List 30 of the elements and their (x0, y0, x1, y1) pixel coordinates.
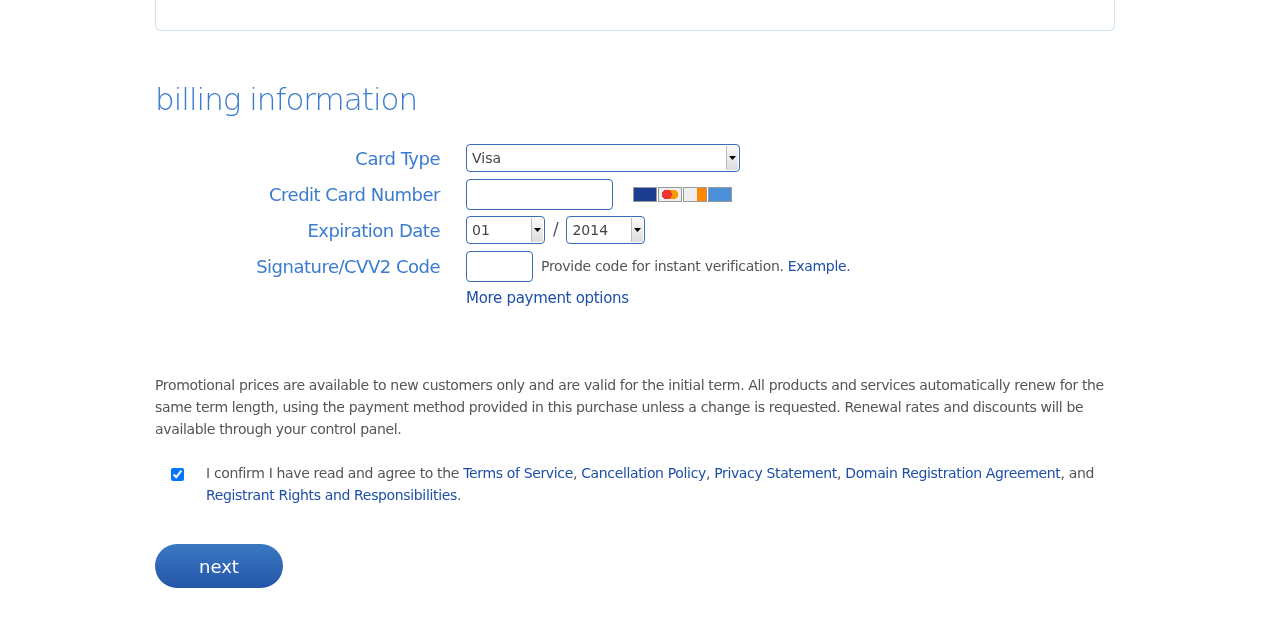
credit-card-icon (658, 186, 682, 202)
agree-checkbox[interactable] (171, 468, 184, 482)
agreement-link[interactable]: Terms of Service (463, 465, 573, 482)
next-button[interactable]: next (155, 544, 283, 589)
section-heading: billing information (155, 81, 419, 119)
agreement-link[interactable]: Registrant Rights and Responsibilities (206, 487, 457, 504)
card-number-field[interactable] (466, 178, 613, 210)
month-select[interactable]: 01 (466, 216, 545, 245)
field-label: Expiration Date (306, 218, 440, 243)
agreement-link[interactable]: Privacy Statement (714, 465, 837, 482)
field-label: Signature/CVV2 Code (255, 254, 440, 279)
agreement-link[interactable]: Domain Registration Agreement (845, 465, 1061, 482)
caret-icon (634, 228, 642, 233)
date-separator: / (553, 218, 559, 242)
card-type-select[interactable]: Visa (466, 144, 740, 173)
notice-paragraph: Promotional prices are available to new customers only and are valid for the initial term. All products and services automatically renew for the same term length, using the payment method provided in this purchase unless a change is requested. Renewal rates and discounts will be available through your control panel. (155, 376, 1105, 440)
year-select[interactable]: 2014 (566, 216, 646, 245)
field-label: Card Type (354, 146, 440, 171)
caret-icon (729, 156, 736, 161)
cvv-hint: Provide code for instant verification. (541, 256, 784, 276)
field-label: Credit Card Number (268, 182, 440, 207)
more-payment-options-link[interactable]: More payment options (466, 286, 629, 310)
credit-card-icon (708, 186, 732, 202)
agreement-link[interactable]: Cancellation Policy (581, 465, 706, 482)
cvv-field[interactable] (466, 250, 533, 282)
caret-icon (534, 228, 541, 233)
example-link[interactable]: Example. (787, 255, 851, 277)
agreement-text: I confirm I have read and agree to the Terms of Service, Cancellation Policy, Privacy Statement, Domain Registration Agreement, and Registrant Rights and Responsibilities. (206, 464, 1095, 506)
credit-card-icon (633, 186, 657, 202)
credit-card-icon (683, 186, 707, 202)
